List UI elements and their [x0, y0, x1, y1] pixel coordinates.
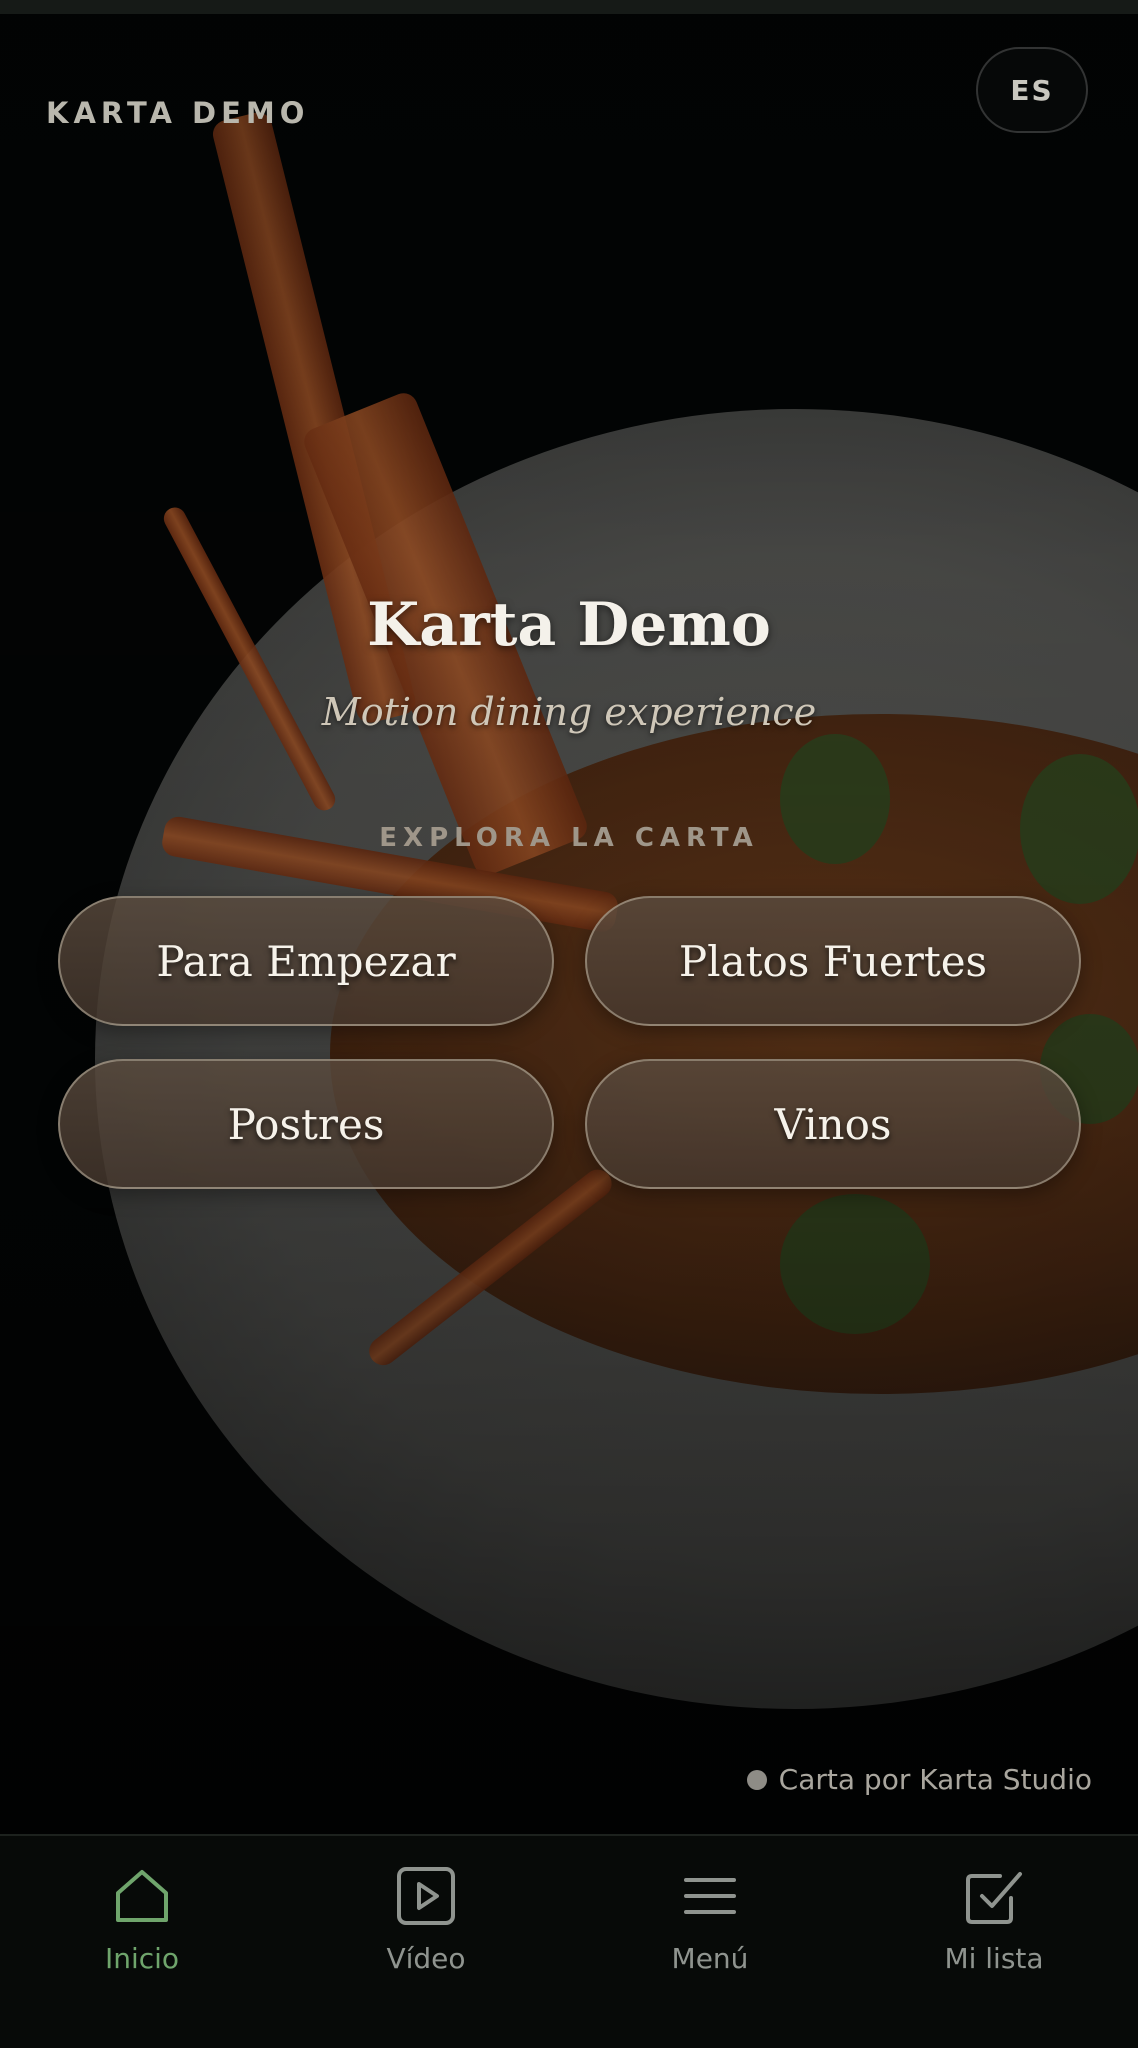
page-title: Karta Demo [367, 590, 771, 660]
category-button-para-empezar[interactable]: Para Empezar [58, 896, 554, 1026]
nav-label-menu: Menú [671, 1942, 749, 1975]
credit-text: Carta por Karta Studio [778, 1763, 1092, 1796]
nav-label-mi-lista: Mi lista [944, 1942, 1044, 1975]
credit-line[interactable]: Carta por Karta Studio [746, 1763, 1092, 1796]
nav-item-mi-lista[interactable]: Mi lista [852, 1866, 1136, 2006]
bottom-navigation: Inicio Vídeo Menú Mi lista [0, 1834, 1138, 2048]
nav-item-menu[interactable]: Menú [568, 1866, 852, 2006]
section-label: EXPLORA LA CARTA [379, 823, 759, 853]
nav-label-inicio: Inicio [104, 1942, 180, 1975]
menu-icon [684, 1878, 736, 1914]
category-button-vinos[interactable]: Vinos [585, 1059, 1081, 1189]
dot-icon [746, 1769, 767, 1790]
home-icon [116, 1870, 168, 1922]
checklist-icon [966, 1872, 1022, 1924]
play-icon [397, 1867, 455, 1925]
category-button-postres[interactable]: Postres [58, 1059, 554, 1189]
language-button[interactable]: ES [976, 47, 1088, 133]
nav-label-video: Vídeo [386, 1942, 466, 1975]
page-subtitle: Motion dining experience [321, 690, 817, 734]
nav-item-inicio[interactable]: Inicio [0, 1866, 284, 2006]
brand-name: KARTA DEMO [46, 96, 310, 130]
nav-item-video[interactable]: Vídeo [284, 1866, 568, 2006]
status-strip [0, 0, 1138, 14]
category-button-platos-fuertes[interactable]: Platos Fuertes [585, 896, 1081, 1026]
